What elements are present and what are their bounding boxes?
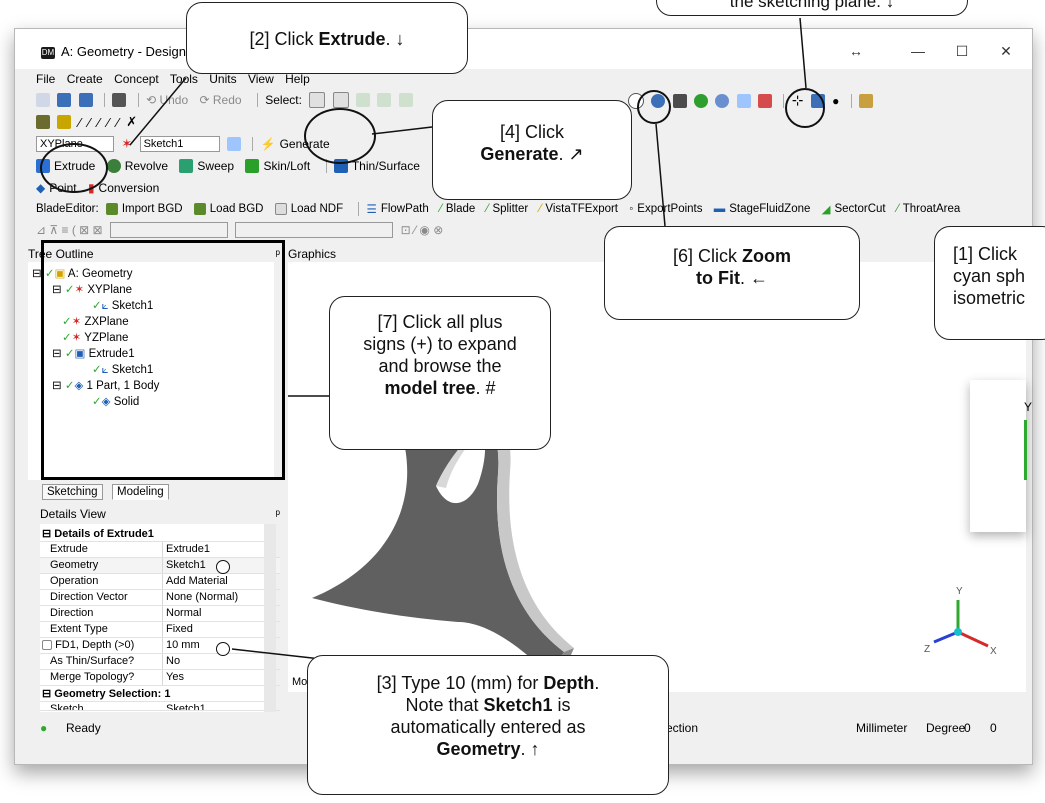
callout-7-text-d: model tree — [384, 378, 476, 398]
callout-3-text-d: Note that — [405, 695, 484, 715]
callout-6-text-a: [6] Click — [672, 246, 742, 266]
callout-2-extrude: [2] Click Extrude. ↓ — [186, 2, 468, 74]
callout-2-text-a: [2] Click — [249, 29, 319, 49]
callout-2-text-c: . ↓ — [385, 29, 405, 49]
callout-7-text-e: . # — [475, 378, 496, 398]
callout-3-text-i: . ↑ — [520, 739, 540, 759]
callout-1-cyan-sphere: [1] Click cyan sph isometric — [934, 226, 1045, 340]
callout-7-line1: [7] Click all plus — [377, 312, 503, 332]
callout-3-text-a: [3] Type 10 (mm) for — [376, 673, 544, 693]
callout-7-line2: signs (+) to expand — [363, 334, 517, 354]
pointer-look-at — [799, 17, 807, 89]
pointer-extrude — [129, 77, 187, 146]
callout-1-line1: [1] Click — [953, 244, 1018, 264]
callout-3-text-b: Depth — [543, 673, 595, 693]
callout-6-text-b: Zoom — [742, 246, 791, 266]
callout-6-text-d: . ← — [739, 268, 768, 288]
callout-3-text-f: is — [552, 695, 571, 715]
callout-1-line3: isometric — [953, 288, 1026, 308]
callout-7-model-tree: [7] Click all plus signs (+) to expand a… — [329, 296, 551, 450]
callout-6-text-c: to Fit — [696, 268, 740, 288]
callout-7-line3: and browse the — [378, 356, 502, 376]
callout-3-text-e: Sketch1 — [483, 695, 553, 715]
pointer-zoom-to-fit — [655, 123, 666, 227]
callout-4-text-c: . ↗ — [558, 144, 584, 164]
callout-4-line1: [4] Click — [499, 122, 564, 142]
callout-3-text-h: Geometry — [436, 739, 521, 759]
callout-3-depth: [3] Type 10 (mm) for Depth. Note that Sk… — [307, 655, 669, 795]
callout-1-line2: cyan sph — [953, 266, 1026, 286]
callout-6-zoom-to-fit: [6] Click Zoom to Fit. ← — [604, 226, 860, 320]
callout-3-line3: automatically entered as — [390, 717, 586, 737]
callout-4-text-b: Generate — [480, 144, 559, 164]
callout-4-generate: [4] Click Generate. ↗ — [432, 100, 632, 200]
callout-3-text-c: . — [594, 673, 600, 693]
pointer-generate — [371, 126, 433, 135]
callout-2-text-b: Extrude — [318, 29, 386, 49]
